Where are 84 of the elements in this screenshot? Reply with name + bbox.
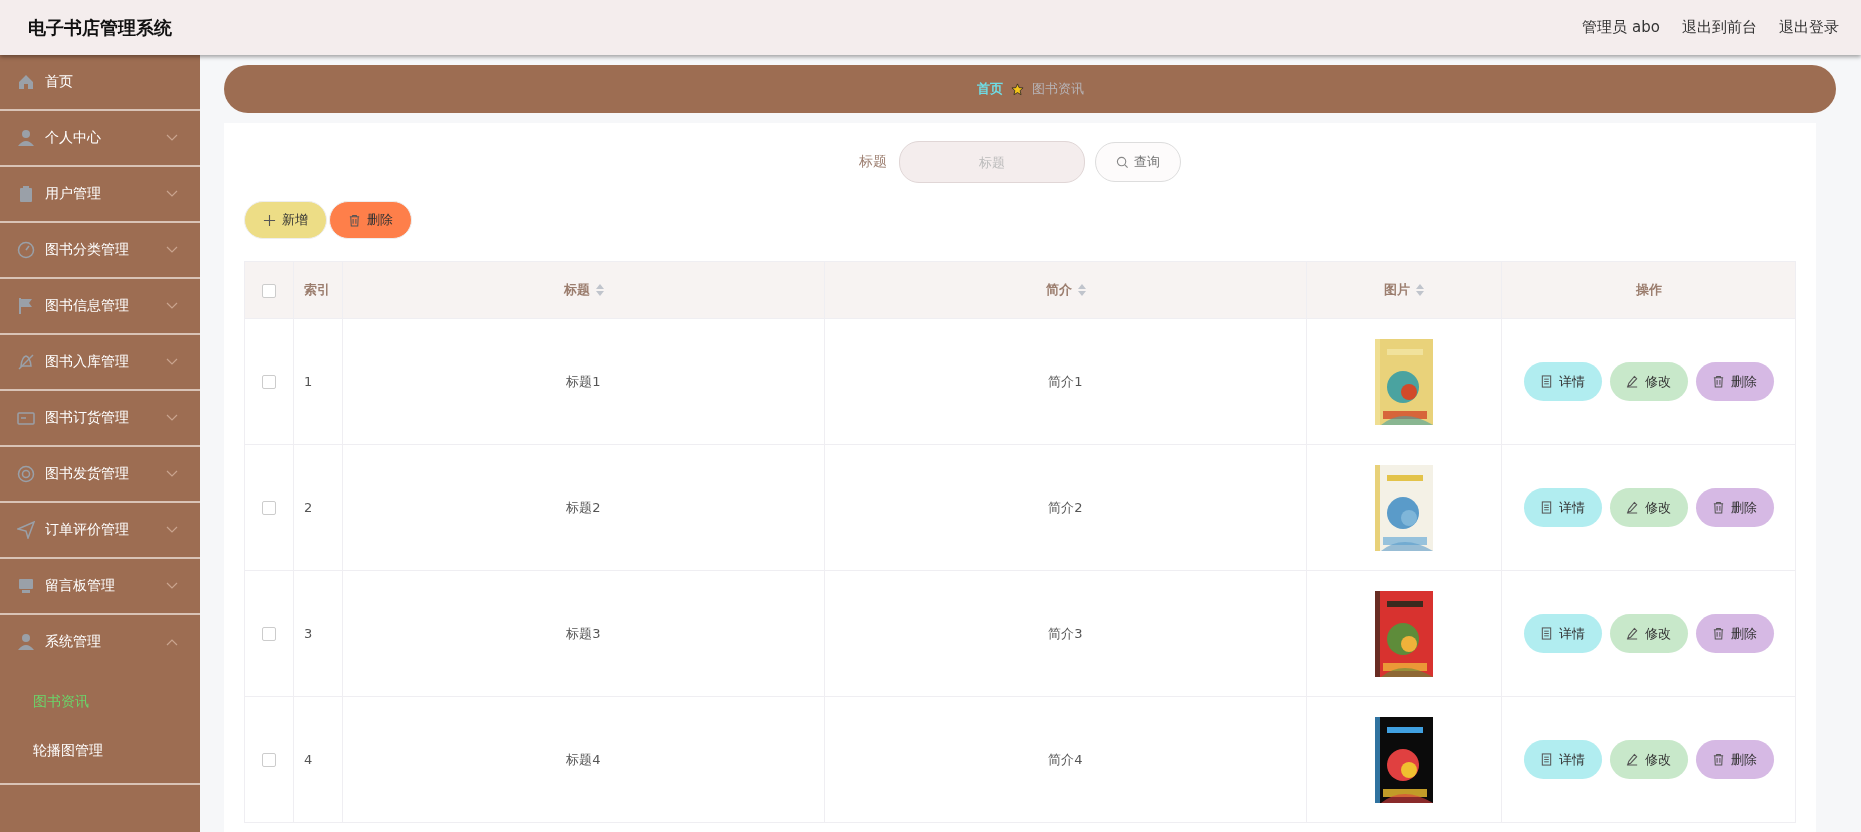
menu-item[interactable]: 图书分类管理 [0,223,200,279]
plus-icon [263,213,276,227]
user-label: 管理员 abo [1582,18,1660,37]
header-link[interactable]: 退出登录 [1779,18,1839,37]
pencil-icon [1626,627,1639,640]
delete-button[interactable]: 删除 [1695,614,1774,653]
index-text: 4 [304,752,313,767]
menu-item[interactable]: 系统管理 [0,615,200,669]
column-header: 操作 [1635,281,1662,299]
document-icon [1540,501,1553,514]
detail-button[interactable]: 详情 [1523,362,1602,401]
search-icon [1116,155,1129,169]
flag-icon [17,297,35,315]
trash-icon [1712,375,1725,388]
clipboard-icon [17,185,35,203]
intro-text: 简介4 [1048,751,1083,767]
column-header[interactable]: 简介 [1045,281,1072,299]
column-header[interactable]: 图片 [1384,281,1410,299]
search-button[interactable]: 查询 [1095,142,1181,182]
edit-button[interactable]: 修改 [1609,362,1688,401]
intro-text: 简介2 [1048,499,1083,515]
submenu-item[interactable]: 图书资讯 [33,692,89,711]
header-link[interactable]: 退出到前台 [1682,18,1757,37]
delete-button[interactable]: 删除 [1695,488,1774,527]
delete-button[interactable]: 删除 [1695,740,1774,779]
add-button[interactable]: 新增 [244,201,327,239]
title-text: 标题2 [566,499,601,515]
user-icon [17,129,35,147]
pencil-icon [1626,753,1639,766]
menu-item[interactable]: 图书发货管理 [0,447,200,503]
submenu-item[interactable]: 轮播图管理 [33,741,103,760]
card-icon [17,409,35,427]
lifebuoy-icon [17,465,35,483]
gauge-icon [17,241,35,259]
column-header: 索引 [304,281,330,299]
document-icon [1540,627,1553,640]
checkbox[interactable] [262,501,276,516]
menu-item[interactable]: 图书订货管理 [0,391,200,447]
index-text: 3 [304,626,313,641]
bell-off-icon [17,353,35,371]
menu-item[interactable]: 图书入库管理 [0,335,200,391]
detail-button[interactable]: 详情 [1523,614,1602,653]
delete-button[interactable]: 删除 [329,201,412,239]
trash-icon [1712,501,1725,514]
edit-button[interactable]: 修改 [1609,740,1688,779]
menu-item[interactable]: 个人中心 [0,111,200,167]
title-text: 标题1 [566,373,601,389]
pencil-icon [1626,501,1639,514]
title-text: 标题4 [566,751,601,767]
menu-item[interactable]: 留言板管理 [0,559,200,615]
breadcrumb-current: 图书资讯 [1031,80,1084,98]
trash-icon [1712,627,1725,640]
app-title: 电子书店管理系统 [28,15,172,40]
user-icon [17,633,35,651]
intro-text: 简介1 [1048,373,1083,389]
title-text: 标题3 [566,625,601,641]
breadcrumb-link[interactable]: 首页 [976,80,1003,98]
trash-icon [1712,753,1725,766]
menu-item[interactable]: 用户管理 [0,167,200,223]
edit-button[interactable]: 修改 [1609,614,1688,653]
delete-button[interactable]: 删除 [1695,362,1774,401]
send-icon [17,521,35,539]
checkbox[interactable] [262,627,276,642]
field-label: 标题 [859,153,887,171]
document-icon [1540,375,1553,388]
checkbox[interactable] [262,283,276,298]
menu-item[interactable]: 首页 [0,55,200,111]
checkbox[interactable] [262,753,276,768]
index-text: 1 [304,374,313,389]
checkbox[interactable] [262,375,276,390]
detail-button[interactable]: 详情 [1523,488,1602,527]
home-icon [17,73,35,91]
intro-text: 简介3 [1048,625,1083,641]
column-header[interactable]: 标题 [563,281,590,299]
monitor-icon [17,577,35,595]
pencil-icon [1626,375,1639,388]
star-icon [1010,82,1024,96]
document-icon [1540,753,1553,766]
edit-button[interactable]: 修改 [1609,488,1688,527]
menu-item[interactable]: 订单评价管理 [0,503,200,559]
trash-icon [348,213,361,227]
index-text: 2 [304,500,313,515]
detail-button[interactable]: 详情 [1523,740,1602,779]
menu-item[interactable]: 图书信息管理 [0,279,200,335]
